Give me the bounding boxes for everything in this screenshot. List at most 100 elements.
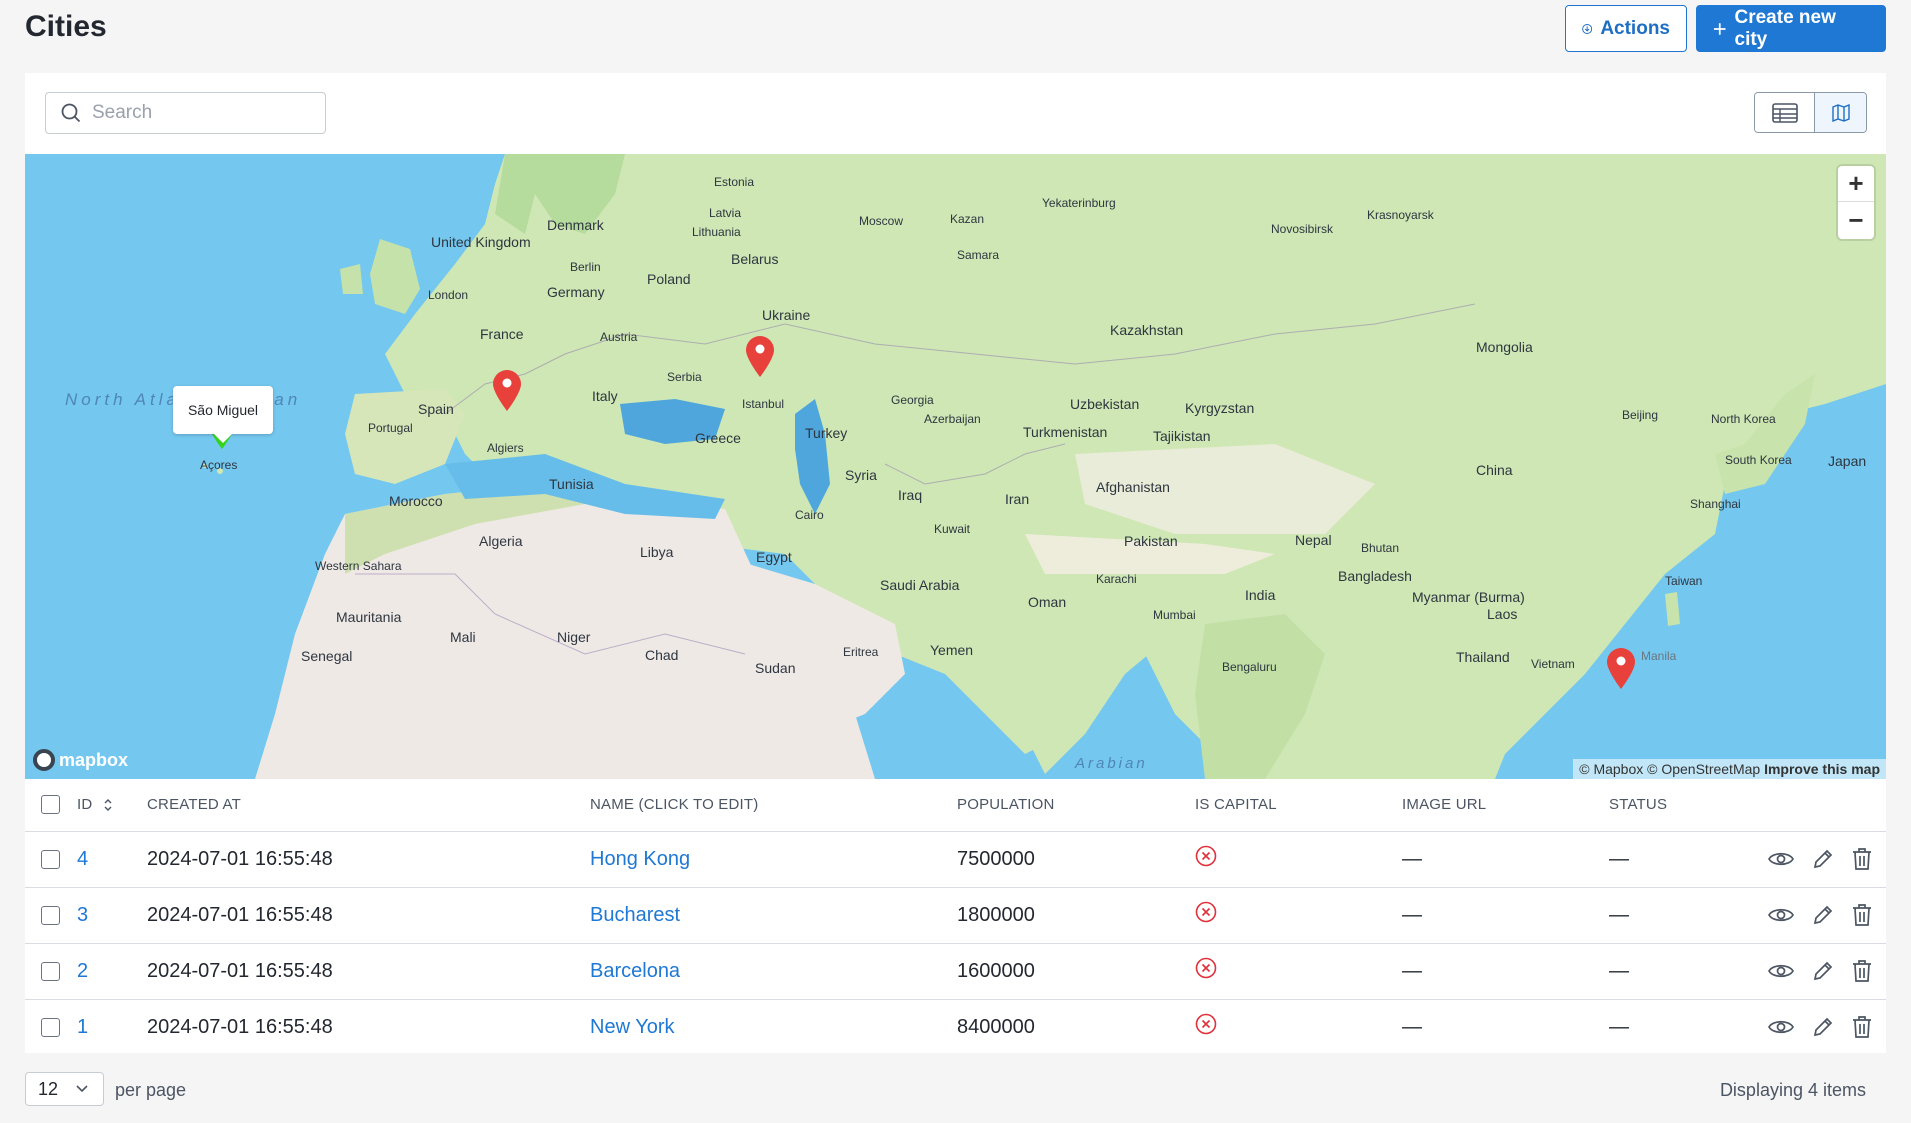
row-id-link[interactable]: 3 xyxy=(77,904,88,926)
table-row[interactable]: 4 2024-07-01 16:55:48 Hong Kong 7500000 … xyxy=(25,831,1886,888)
map-label: Algiers xyxy=(487,441,524,455)
row-image-url: — xyxy=(1402,1015,1422,1038)
map-marker-hong-kong[interactable] xyxy=(1605,646,1637,690)
map-label: Vietnam xyxy=(1531,657,1575,671)
trash-icon[interactable] xyxy=(1852,960,1872,982)
map-label: Latvia xyxy=(709,206,742,220)
map-label: Kuwait xyxy=(934,522,971,536)
row-checkbox[interactable] xyxy=(41,1017,60,1037)
map-marker-bucharest[interactable] xyxy=(744,334,776,378)
map-label: Tunisia xyxy=(549,476,594,492)
row-id-link[interactable]: 1 xyxy=(77,1016,88,1038)
attribution-text[interactable]: © Mapbox © OpenStreetMap xyxy=(1579,761,1760,777)
map-label: Egypt xyxy=(756,549,792,565)
row-name-link[interactable]: Barcelona xyxy=(590,960,680,982)
map-label: Belarus xyxy=(731,251,779,267)
mapbox-logo-icon xyxy=(33,749,55,771)
eye-icon[interactable] xyxy=(1768,1018,1794,1036)
map-label: Cairo xyxy=(795,508,824,522)
map-label: Austria xyxy=(600,330,638,344)
trash-icon[interactable] xyxy=(1852,904,1872,926)
trash-icon[interactable] xyxy=(1852,1016,1872,1039)
eye-icon[interactable] xyxy=(1768,850,1794,868)
zoom-out-button[interactable]: − xyxy=(1838,202,1874,238)
row-name-link[interactable]: Hong Kong xyxy=(590,848,690,870)
view-toggle xyxy=(1754,92,1867,133)
row-created-at: 2024-07-01 16:55:48 xyxy=(147,887,590,944)
map-view-button[interactable] xyxy=(1815,93,1866,132)
pencil-icon[interactable] xyxy=(1812,1016,1834,1038)
map-label: Eritrea xyxy=(843,645,879,659)
map-label: Tajikistan xyxy=(1153,428,1211,444)
map-label: Novosibirsk xyxy=(1271,222,1334,236)
row-checkbox[interactable] xyxy=(41,961,60,981)
per-page-value: 12 xyxy=(38,1078,59,1099)
map-label: Serbia xyxy=(667,370,702,384)
map-label: Yekaterinburg xyxy=(1042,196,1116,210)
row-id-link[interactable]: 4 xyxy=(77,848,88,870)
map-label: Ukraine xyxy=(762,307,811,323)
map[interactable]: North Atlantic Ocean Arabian Estonia Lat… xyxy=(25,154,1886,779)
row-created-at: 2024-07-01 16:55:48 xyxy=(147,1015,333,1038)
row-actions xyxy=(1739,1016,1886,1039)
per-page-select[interactable]: 12 xyxy=(25,1072,104,1106)
map-label: Chad xyxy=(645,647,679,663)
zoom-in-button[interactable]: + xyxy=(1838,166,1874,202)
zoom-control: + − xyxy=(1838,166,1874,239)
row-status: — xyxy=(1609,1015,1629,1038)
map-label: Spain xyxy=(418,401,454,417)
eye-icon[interactable] xyxy=(1768,962,1794,980)
table-row[interactable]: 3 2024-07-01 16:55:48 Bucharest 1800000 … xyxy=(25,887,1886,944)
table-row[interactable]: 1 2024-07-01 16:55:48 New York 8400000 —… xyxy=(25,999,1886,1055)
row-image-url: — xyxy=(1402,943,1609,1000)
pencil-icon[interactable] xyxy=(1812,848,1834,870)
row-checkbox[interactable] xyxy=(41,849,60,869)
table-row[interactable]: 2 2024-07-01 16:55:48 Barcelona 1600000 … xyxy=(25,943,1886,1000)
search-input[interactable] xyxy=(92,102,312,124)
eye-icon[interactable] xyxy=(1768,906,1794,924)
map-label: Uzbekistan xyxy=(1070,396,1140,412)
table-view-button[interactable] xyxy=(1755,93,1815,132)
map-label: United Kingdom xyxy=(431,234,531,250)
pencil-icon[interactable] xyxy=(1812,904,1834,926)
search-box[interactable] xyxy=(45,92,326,134)
download-circle-icon xyxy=(1582,23,1593,34)
table-icon xyxy=(1771,102,1798,123)
select-all-checkbox[interactable] xyxy=(41,795,60,815)
column-header-name: NAME (CLICK TO EDIT) xyxy=(590,779,957,832)
map-label: Greece xyxy=(695,430,741,446)
map-label: France xyxy=(480,326,524,342)
map-label: Myanmar (Burma) xyxy=(1412,589,1525,605)
map-label: Algeria xyxy=(479,533,523,549)
map-label: Açores xyxy=(200,458,238,472)
map-label: Bhutan xyxy=(1361,541,1400,555)
cities-table: ID CREATED AT NAME (CLICK TO EDIT) POPUL… xyxy=(25,779,1886,1055)
pencil-icon[interactable] xyxy=(1812,960,1834,982)
column-header-is-capital: IS CAPITAL xyxy=(1195,779,1402,832)
actions-button[interactable]: Actions xyxy=(1565,5,1687,52)
map-label: North Korea xyxy=(1711,412,1776,426)
map-label: China xyxy=(1476,462,1513,478)
column-header-id[interactable]: ID xyxy=(77,779,147,832)
map-marker-barcelona[interactable] xyxy=(491,368,523,412)
map-label: Mongolia xyxy=(1476,339,1533,355)
mapbox-logo[interactable]: mapbox xyxy=(33,749,128,771)
row-id-link[interactable]: 2 xyxy=(77,960,88,982)
map-label: Kazakhstan xyxy=(1110,322,1184,338)
page-title: Cities xyxy=(25,10,107,43)
map-label: Nepal xyxy=(1295,532,1332,548)
map-label: Iraq xyxy=(898,487,923,503)
row-actions xyxy=(1739,960,1886,982)
row-checkbox[interactable] xyxy=(41,905,60,925)
map-label: London xyxy=(428,288,469,302)
map-label: India xyxy=(1245,587,1276,603)
map-attribution: © Mapbox © OpenStreetMap Improve this ma… xyxy=(1573,759,1886,779)
x-circle-icon xyxy=(1195,957,1217,979)
improve-map-link[interactable]: Improve this map xyxy=(1764,761,1880,777)
trash-icon[interactable] xyxy=(1852,848,1872,870)
row-name-link[interactable]: New York xyxy=(590,1016,675,1038)
plus-icon xyxy=(1713,22,1726,35)
create-new-city-button[interactable]: Create new city xyxy=(1696,5,1886,52)
per-page-label: per page xyxy=(115,1080,187,1100)
row-name-link[interactable]: Bucharest xyxy=(590,904,680,926)
